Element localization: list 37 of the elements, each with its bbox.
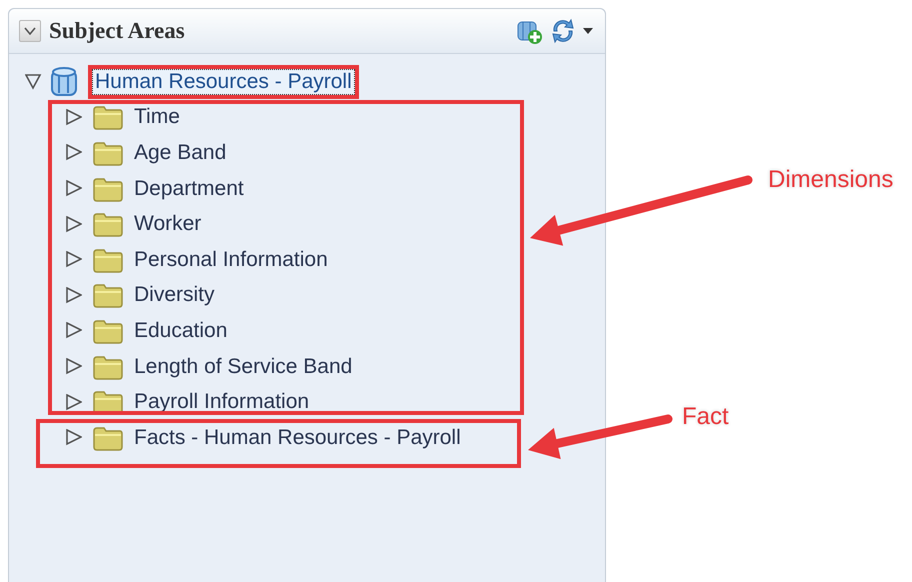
collapse-icon[interactable] [25,73,42,90]
expand-icon[interactable] [65,322,82,340]
collapse-toggle[interactable] [19,20,41,42]
tree-item[interactable]: Personal Information [134,248,328,272]
expand-icon[interactable] [65,251,82,268]
panel-title: Subject Areas [49,18,186,44]
tree-item[interactable]: Time [134,105,180,130]
folder-icon [92,140,124,166]
callout-label: Dimensions [768,166,894,194]
expand-icon[interactable] [65,144,82,162]
tree-item[interactable]: Length of Service Band [134,354,352,379]
chevron-icon [24,27,36,35]
expand-icon[interactable] [65,180,82,198]
tree-item[interactable]: Human Resources - Payroll [88,64,359,99]
callout-label: Fact [682,403,729,431]
tree-item[interactable]: Facts - Human Resources - Payroll [134,426,461,450]
tree-item[interactable]: Education [134,318,228,343]
folder-icon [92,424,124,451]
expand-icon[interactable] [65,394,82,411]
folder-icon [92,354,124,380]
folder-icon [92,246,124,273]
tree-item[interactable]: Diversity [134,283,215,308]
tree-item[interactable]: Worker [134,212,202,236]
tree-item[interactable]: Age Band [134,140,226,165]
folder-icon [92,211,124,238]
dropdown-caret-icon[interactable] [583,28,593,34]
folder-icon [92,176,124,202]
folder-icon [92,282,124,308]
expand-icon[interactable] [65,358,82,376]
expand-icon[interactable] [65,286,82,304]
expand-icon[interactable] [65,429,82,446]
folder-icon [92,104,124,130]
expand-icon[interactable] [65,216,82,233]
tree-item[interactable]: Department [134,176,244,201]
expand-icon[interactable] [65,108,82,126]
tree-item[interactable]: Payroll Information [134,390,310,414]
folder-icon [92,318,124,344]
